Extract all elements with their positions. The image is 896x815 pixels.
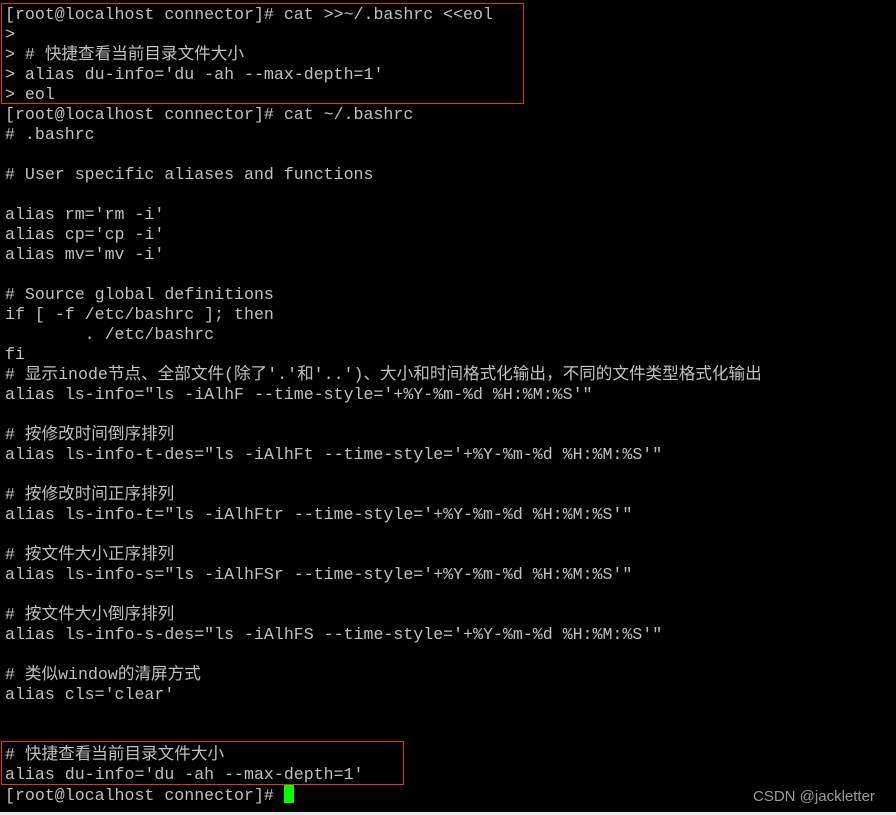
terminal-line: [root@localhost connector]# cat >>~/.bas… xyxy=(5,5,493,24)
terminal-line: # 按修改时间正序排列 xyxy=(5,485,175,504)
terminal-line: > # 快捷查看当前目录文件大小 xyxy=(5,45,244,64)
terminal-line: # .bashrc xyxy=(5,125,95,144)
terminal-line: alias ls-info-t="ls -iAlhFtr --time-styl… xyxy=(5,505,633,524)
terminal-line: alias du-info='du -ah --max-depth=1' xyxy=(5,765,364,784)
terminal-line: alias cls='clear' xyxy=(5,685,175,704)
watermark: CSDN @jackletter xyxy=(753,788,875,805)
terminal-line: . /etc/bashrc xyxy=(5,325,215,344)
terminal-line: > eol xyxy=(5,85,55,104)
terminal-line: alias ls-info-s-des="ls -iAlhFS --time-s… xyxy=(5,625,663,644)
terminal-line: # 按文件大小正序排列 xyxy=(5,545,175,564)
prompt: [root@localhost connector]# xyxy=(5,786,284,805)
terminal-line: # 显示inode节点、全部文件(除了'.'和'..')、大小和时间格式化输出，… xyxy=(5,365,762,384)
terminal-line: # 按修改时间倒序排列 xyxy=(5,425,175,444)
terminal-line: alias ls-info-t-des="ls -iAlhFt --time-s… xyxy=(5,445,663,464)
terminal-line: # 按文件大小倒序排列 xyxy=(5,605,175,624)
terminal-line: # Source global definitions xyxy=(5,285,274,304)
terminal-line: alias ls-info-s="ls -iAlhFSr --time-styl… xyxy=(5,565,633,584)
terminal-line: # 快捷查看当前目录文件大小 xyxy=(5,745,225,764)
terminal-line: # 类似window的清屏方式 xyxy=(5,665,201,684)
prompt-line[interactable]: [root@localhost connector]# xyxy=(5,785,762,805)
cursor xyxy=(283,785,294,803)
terminal-line: fi xyxy=(5,345,25,364)
terminal-line: > xyxy=(5,25,15,44)
terminal-line: # User specific aliases and functions xyxy=(5,165,374,184)
terminal-line: alias cp='cp -i' xyxy=(5,225,165,244)
terminal-line: alias mv='mv -i' xyxy=(5,245,165,264)
terminal-line: if [ -f /etc/bashrc ]; then xyxy=(5,305,274,324)
terminal-line: [root@localhost connector]# cat ~/.bashr… xyxy=(5,105,414,124)
terminal-output[interactable]: [root@localhost connector]# cat >>~/.bas… xyxy=(5,5,762,805)
terminal-line: alias ls-info="ls -iAlhF --time-style='+… xyxy=(5,385,593,404)
terminal-line: > alias du-info='du -ah --max-depth=1' xyxy=(5,65,384,84)
terminal-line: alias rm='rm -i' xyxy=(5,205,165,224)
